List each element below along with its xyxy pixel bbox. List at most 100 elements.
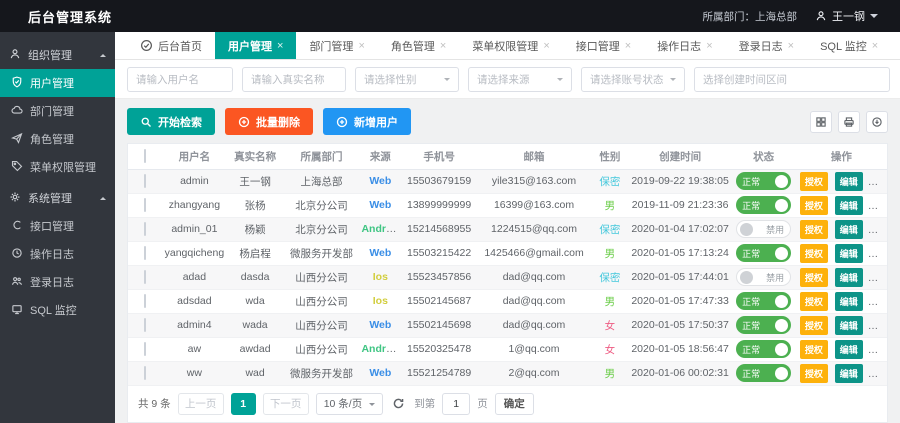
prev-page-button[interactable]: 上一页 xyxy=(178,393,224,415)
row-checkbox[interactable] xyxy=(144,318,146,332)
edit-button[interactable]: 编辑 xyxy=(835,316,863,335)
status-toggle[interactable]: 正常 xyxy=(736,244,791,262)
delete-button[interactable]: 删除 xyxy=(870,196,887,215)
status-toggle[interactable]: 正常 xyxy=(736,292,791,310)
status-toggle[interactable]: 正常 xyxy=(736,196,791,214)
username-input[interactable]: 请输入用户名 xyxy=(127,67,233,92)
row-checkbox[interactable] xyxy=(144,270,146,284)
authorize-button[interactable]: 授权 xyxy=(800,292,828,311)
sidebar-item-menu-permissions[interactable]: 菜单权限管理 xyxy=(0,153,115,181)
close-icon[interactable]: × xyxy=(440,40,446,52)
delete-button[interactable]: 删除 xyxy=(870,364,887,383)
tab-home[interactable]: 后台首页 xyxy=(127,32,215,59)
source-select[interactable]: 请选择来源 xyxy=(468,67,572,92)
cell-department: 上海总部 xyxy=(284,169,360,193)
edit-button[interactable]: 编辑 xyxy=(835,172,863,191)
account-status-select[interactable]: 请选择账号状态 xyxy=(581,67,685,92)
authorize-button[interactable]: 授权 xyxy=(800,244,828,263)
sidebar-item-departments[interactable]: 部门管理 xyxy=(0,97,115,125)
sidebar-item-sql-monitor[interactable]: SQL 监控 xyxy=(0,296,115,324)
chevron-up-icon xyxy=(100,51,106,57)
sidebar-item-operation-logs[interactable]: 操作日志 xyxy=(0,240,115,268)
edit-button[interactable]: 编辑 xyxy=(835,244,863,263)
close-icon[interactable]: × xyxy=(872,40,878,52)
authorize-button[interactable]: 授权 xyxy=(800,196,828,215)
tab-menu-permissions[interactable]: 菜单权限管理 × xyxy=(459,32,562,59)
authorize-button[interactable]: 授权 xyxy=(800,340,828,359)
sex-select[interactable]: 请选择性别 xyxy=(355,67,459,92)
close-icon[interactable]: × xyxy=(625,40,631,52)
delete-button[interactable]: 删除 xyxy=(870,172,887,191)
confirm-button[interactable]: 确定 xyxy=(495,393,534,415)
tab-sql-monitor[interactable]: SQL 监控 × xyxy=(807,32,891,59)
tab-operation-logs[interactable]: 操作日志 × xyxy=(644,32,725,59)
created-range-input[interactable]: 选择创建时间区间 xyxy=(694,67,890,92)
add-user-button[interactable]: 新增用户 xyxy=(323,108,411,135)
authorize-button[interactable]: 授权 xyxy=(800,220,828,239)
delete-button[interactable]: 删除 xyxy=(870,316,887,335)
table-row: admin 王一钢 上海总部 Web 15503679159 yile315@1… xyxy=(128,169,887,193)
sidebar-group-organization[interactable]: 组织管理 xyxy=(0,41,115,69)
delete-button[interactable]: 删除 xyxy=(870,244,887,263)
close-icon[interactable]: × xyxy=(543,40,549,52)
select-all-checkbox[interactable] xyxy=(144,149,146,163)
edit-button[interactable]: 编辑 xyxy=(835,220,863,239)
close-icon[interactable]: × xyxy=(277,40,283,52)
edit-button[interactable]: 编辑 xyxy=(835,364,863,383)
realname-input[interactable]: 请输入真实名称 xyxy=(242,67,346,92)
status-toggle[interactable]: 正常 xyxy=(736,340,791,358)
close-icon[interactable]: × xyxy=(788,40,794,52)
edit-button[interactable]: 编辑 xyxy=(835,196,863,215)
row-checkbox[interactable] xyxy=(144,174,146,188)
authorize-button[interactable]: 授权 xyxy=(800,172,828,191)
table-row: yangqicheng 杨启程 微服务开发部 Web 15503215422 1… xyxy=(128,241,887,265)
column-header: 操作 xyxy=(796,144,887,169)
edit-button[interactable]: 编辑 xyxy=(835,340,863,359)
user-menu[interactable]: 王一钢 xyxy=(815,8,878,24)
row-checkbox[interactable] xyxy=(144,294,146,308)
row-checkbox[interactable] xyxy=(144,366,146,380)
edit-button[interactable]: 编辑 xyxy=(835,268,863,287)
sidebar-item-roles[interactable]: 角色管理 xyxy=(0,125,115,153)
refresh-icon[interactable] xyxy=(392,397,405,410)
delete-button[interactable]: 删除 xyxy=(870,340,887,359)
tab-api[interactable]: 接口管理 × xyxy=(563,32,644,59)
export-icon[interactable] xyxy=(866,111,888,133)
edit-button[interactable]: 编辑 xyxy=(835,292,863,311)
delete-button[interactable]: 删除 xyxy=(870,292,887,311)
print-icon[interactable] xyxy=(838,111,860,133)
authorize-button[interactable]: 授权 xyxy=(800,316,828,335)
status-toggle[interactable]: 正常 xyxy=(736,316,791,334)
row-checkbox[interactable] xyxy=(144,342,146,356)
close-icon[interactable]: × xyxy=(358,40,364,52)
columns-icon[interactable] xyxy=(810,111,832,133)
sidebar-item-login-logs[interactable]: 登录日志 xyxy=(0,268,115,296)
status-toggle[interactable]: 禁用 xyxy=(736,268,791,286)
authorize-button[interactable]: 授权 xyxy=(800,268,828,287)
batch-delete-button[interactable]: 批量删除 xyxy=(225,108,313,135)
tab-departments[interactable]: 部门管理 × xyxy=(296,32,377,59)
status-toggle[interactable]: 正常 xyxy=(736,364,791,382)
tab-login-logs[interactable]: 登录日志 × xyxy=(726,32,807,59)
page-size-select[interactable]: 10 条/页 xyxy=(316,393,384,415)
close-icon[interactable]: × xyxy=(706,40,712,52)
sidebar-group-system[interactable]: 系统管理 xyxy=(0,184,115,212)
row-checkbox[interactable] xyxy=(144,246,146,260)
status-toggle[interactable]: 正常 xyxy=(736,172,791,190)
page-number-button[interactable]: 1 xyxy=(231,393,256,415)
status-toggle[interactable]: 禁用 xyxy=(736,220,791,238)
row-checkbox[interactable] xyxy=(144,222,146,236)
sidebar-item-api[interactable]: 接口管理 xyxy=(0,212,115,240)
goto-page-input[interactable]: 1 xyxy=(442,393,470,415)
tab-users[interactable]: 用户管理 × xyxy=(215,32,296,59)
cell-created: 2020-01-05 17:47:33 xyxy=(629,289,731,313)
table-row: admin_01 杨颖 北京分公司 Android 15214568955 12… xyxy=(128,217,887,241)
sidebar-item-users[interactable]: 用户管理 xyxy=(0,69,115,97)
tab-roles[interactable]: 角色管理 × xyxy=(378,32,459,59)
authorize-button[interactable]: 授权 xyxy=(800,364,828,383)
delete-button[interactable]: 删除 xyxy=(870,220,887,239)
next-page-button[interactable]: 下一页 xyxy=(263,393,309,415)
row-checkbox[interactable] xyxy=(144,198,146,212)
delete-button[interactable]: 删除 xyxy=(870,268,887,287)
search-button[interactable]: 开始检索 xyxy=(127,108,215,135)
